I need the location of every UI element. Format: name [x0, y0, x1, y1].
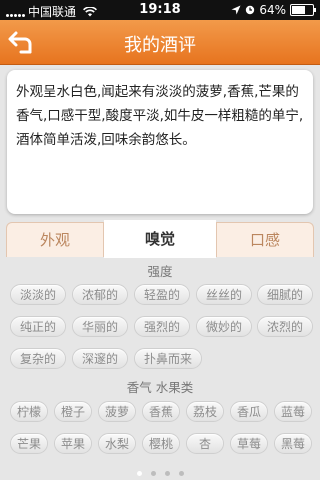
- nav-bar: 我的酒评: [0, 20, 320, 65]
- tag-fruit[interactable]: 黑莓: [274, 433, 312, 454]
- tag-fruit[interactable]: 香瓜: [230, 401, 268, 422]
- page-dot[interactable]: [178, 470, 184, 476]
- tag-fruit[interactable]: 草莓: [230, 433, 268, 454]
- page-indicator[interactable]: [0, 466, 320, 480]
- status-right: 64%: [231, 3, 316, 17]
- battery-icon: [290, 4, 316, 16]
- tag-fruit[interactable]: 芒果: [10, 433, 48, 454]
- category-tabs: 外观 嗅觉 口感: [0, 220, 320, 258]
- tag-intensity[interactable]: 纯正的: [10, 316, 66, 337]
- tag-intensity[interactable]: 深邃的: [72, 348, 128, 369]
- tag-intensity[interactable]: 复杂的: [10, 348, 66, 369]
- review-text-area[interactable]: 外观呈水白色,闻起来有淡淡的菠萝,香蕉,芒果的香气,口感干型,酸度平淡,如牛皮一…: [7, 70, 313, 214]
- tag-intensity[interactable]: 丝丝的: [196, 284, 252, 305]
- tag-intensity[interactable]: 轻盈的: [134, 284, 190, 305]
- tag-fruit[interactable]: 樱桃: [142, 433, 180, 454]
- tag-intensity[interactable]: 细腻的: [257, 284, 313, 305]
- tab-appearance[interactable]: 外观: [6, 222, 104, 257]
- tag-intensity[interactable]: 淡淡的: [10, 284, 66, 305]
- tag-fruit[interactable]: 蓝莓: [274, 401, 312, 422]
- tag-fruit[interactable]: 菠萝: [98, 401, 136, 422]
- tag-fruit[interactable]: 柠檬: [10, 401, 48, 422]
- tag-panel: 强度 淡淡的 浓郁的 轻盈的 丝丝的 细腻的 纯正的 华丽的 强烈的 微妙的 浓…: [0, 258, 320, 466]
- tag-fruit[interactable]: 苹果: [54, 433, 92, 454]
- tag-intensity[interactable]: 微妙的: [196, 316, 252, 337]
- tag-intensity[interactable]: 华丽的: [72, 316, 128, 337]
- tag-intensity[interactable]: 强烈的: [134, 316, 190, 337]
- page-dot[interactable]: [164, 470, 170, 476]
- location-icon: [231, 5, 241, 15]
- page-dot[interactable]: [136, 470, 142, 476]
- tag-fruit[interactable]: 杏: [186, 433, 224, 454]
- tag-fruit[interactable]: 橙子: [54, 401, 92, 422]
- page-dot[interactable]: [150, 470, 156, 476]
- tag-intensity[interactable]: 浓烈的: [257, 316, 313, 337]
- tag-fruit[interactable]: 香蕉: [142, 401, 180, 422]
- section-heading-intensity: 强度: [147, 264, 173, 279]
- tag-intensity[interactable]: 浓郁的: [72, 284, 128, 305]
- tab-aroma[interactable]: 嗅觉: [104, 220, 216, 258]
- status-bar: 中国联通 19:18 64%: [0, 0, 320, 20]
- page-title: 我的酒评: [124, 35, 196, 56]
- tag-fruit[interactable]: 荔枝: [186, 401, 224, 422]
- battery-percent: 64%: [259, 3, 286, 17]
- section-heading-fruit-aroma: 香气 水果类: [126, 380, 194, 395]
- tag-intensity[interactable]: 扑鼻而来: [134, 348, 202, 369]
- tab-palate[interactable]: 口感: [216, 222, 314, 257]
- tag-fruit[interactable]: 水梨: [98, 433, 136, 454]
- alarm-icon: [246, 5, 255, 15]
